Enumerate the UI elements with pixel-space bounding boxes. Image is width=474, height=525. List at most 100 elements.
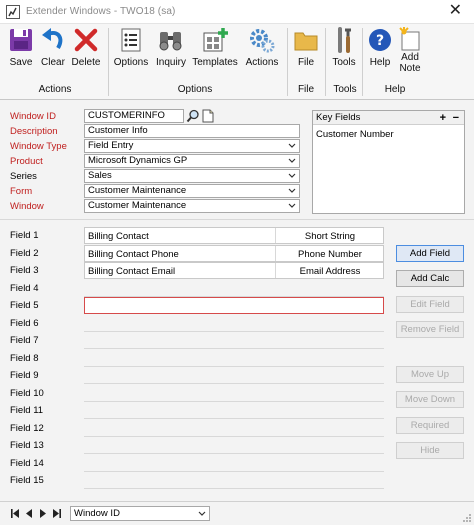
file-button[interactable]: File — [292, 26, 320, 82]
field-row-cell[interactable] — [84, 385, 384, 402]
help-button[interactable]: ? Help — [366, 26, 394, 82]
field-row: Field 3 Billing Contact Email Email Addres… — [8, 262, 384, 280]
series-select[interactable]: Sales — [84, 169, 300, 183]
browse-bar: Window ID — [0, 501, 474, 525]
field-row: Field 6 — [8, 315, 384, 333]
add-field-button[interactable]: Add Field — [396, 245, 464, 262]
product-label: Product — [10, 156, 43, 167]
column-divider — [275, 228, 276, 243]
field-row-cell[interactable]: Billing Contact Phone Phone Number — [84, 244, 384, 262]
title-bar: Extender Windows - TWO18 (sa) ✕ — [0, 0, 474, 24]
app-icon — [6, 5, 20, 19]
field-row-cell[interactable] — [84, 455, 384, 472]
field-row-cell[interactable] — [84, 350, 384, 367]
tools-button[interactable]: Tools — [329, 26, 359, 82]
next-record-icon[interactable] — [38, 508, 48, 519]
field-row-cell[interactable] — [84, 402, 384, 419]
group-label-file: File — [297, 84, 315, 95]
move-up-button[interactable]: Move Up — [396, 366, 464, 383]
window-id-input[interactable]: CUSTOMERINFO — [84, 109, 184, 123]
group-label-tools: Tools — [333, 84, 357, 95]
clear-label: Clear — [41, 57, 65, 68]
help-label: Help — [369, 57, 391, 68]
edit-field-button[interactable]: Edit Field — [396, 296, 464, 313]
chevron-down-icon — [288, 173, 296, 178]
actions-label: Actions — [245, 57, 279, 68]
add-calc-button[interactable]: Add Calc — [396, 270, 464, 287]
note-page-icon[interactable] — [202, 109, 214, 123]
remove-key-icon[interactable]: − — [453, 111, 459, 125]
series-label: Series — [10, 171, 37, 182]
field-row: Field 12 — [8, 420, 384, 438]
last-record-icon[interactable] — [52, 508, 62, 519]
chevron-down-icon — [288, 188, 296, 193]
browse-by-select[interactable]: Window ID — [70, 506, 210, 521]
required-button[interactable]: Required — [396, 417, 464, 434]
options-label: Options — [113, 57, 149, 68]
options-button[interactable]: Options — [112, 26, 150, 82]
product-select[interactable]: Microsoft Dynamics GP — [84, 154, 300, 168]
field-row: Field 4 — [8, 280, 384, 298]
remove-field-button[interactable]: Remove Field — [396, 321, 464, 338]
field-row-cell[interactable]: Billing Contact Email Email Address — [84, 262, 384, 279]
window-type-select[interactable]: Field Entry — [84, 139, 300, 153]
templates-button[interactable]: Templates — [192, 26, 238, 82]
file-folder-icon — [294, 32, 318, 51]
inquiry-button[interactable]: Inquiry — [153, 26, 189, 82]
window-id-label: Window ID — [10, 111, 56, 122]
chevron-down-icon — [198, 511, 206, 516]
key-field-item[interactable]: Customer Number — [313, 125, 464, 144]
form-select[interactable]: Customer Maintenance — [84, 184, 300, 198]
window-title: Extender Windows - TWO18 (sa) — [26, 6, 176, 17]
add-note-button[interactable]: Add Note — [396, 26, 424, 82]
resize-grip-icon[interactable] — [462, 513, 472, 523]
field-row-cell[interactable] — [84, 437, 384, 454]
field-row-label: Field 15 — [10, 475, 44, 486]
window-type-label: Window Type — [10, 141, 67, 152]
field-row: Field 9 — [8, 367, 384, 385]
field-row-cell[interactable] — [84, 472, 384, 489]
delete-button[interactable]: Delete — [70, 26, 102, 82]
lookup-magnifier-icon[interactable] — [186, 109, 200, 123]
file-label: File — [297, 57, 315, 68]
chevron-down-icon — [288, 203, 296, 208]
inquiry-label: Inquiry — [155, 57, 186, 68]
form-label: Form — [10, 186, 33, 197]
field-row-cell[interactable] — [84, 420, 384, 437]
actions-button[interactable]: Actions — [243, 26, 281, 82]
field-row-cell[interactable] — [84, 280, 384, 297]
field-row-cell[interactable] — [84, 332, 384, 349]
field-row-cell[interactable] — [84, 315, 384, 332]
save-button[interactable]: Save — [6, 26, 36, 82]
field-row-cell[interactable]: Billing Contact Short String — [84, 227, 384, 244]
field-row-label: Field 10 — [10, 387, 44, 399]
first-record-icon[interactable] — [10, 508, 20, 519]
key-fields-header: Key Fields + − — [313, 111, 464, 125]
clear-button[interactable]: Clear — [38, 26, 68, 82]
field-row-cell[interactable] — [84, 297, 384, 314]
field-row-label: Field 13 — [10, 440, 44, 451]
description-input[interactable]: Customer Info — [84, 124, 300, 138]
window-select[interactable]: Customer Maintenance — [84, 199, 300, 213]
move-down-button[interactable]: Move Down — [396, 391, 464, 408]
field-name: Billing Contact Email — [88, 266, 176, 277]
field-row-label: Field 4 — [10, 282, 39, 294]
templates-label: Templates — [192, 57, 238, 68]
ribbon-separator — [325, 28, 326, 96]
close-icon[interactable]: ✕ — [449, 2, 462, 20]
group-label-actions: Actions — [38, 84, 72, 95]
chevron-down-icon — [288, 158, 296, 163]
window-label: Window — [10, 201, 44, 212]
add-key-icon[interactable]: + — [440, 111, 446, 125]
product-value: Microsoft Dynamics GP — [88, 155, 188, 166]
column-divider — [275, 263, 276, 278]
hide-button[interactable]: Hide — [396, 442, 464, 459]
field-row: Field 11 — [8, 402, 384, 420]
undo-arrow-icon — [42, 28, 63, 50]
field-row-label: Field 6 — [10, 317, 39, 329]
field-row-cell[interactable] — [84, 367, 384, 384]
key-fields-list[interactable]: Key Fields + − Customer Number — [312, 110, 465, 214]
delete-label: Delete — [71, 57, 101, 68]
previous-record-icon[interactable] — [24, 508, 34, 519]
ribbon-separator — [362, 28, 363, 96]
